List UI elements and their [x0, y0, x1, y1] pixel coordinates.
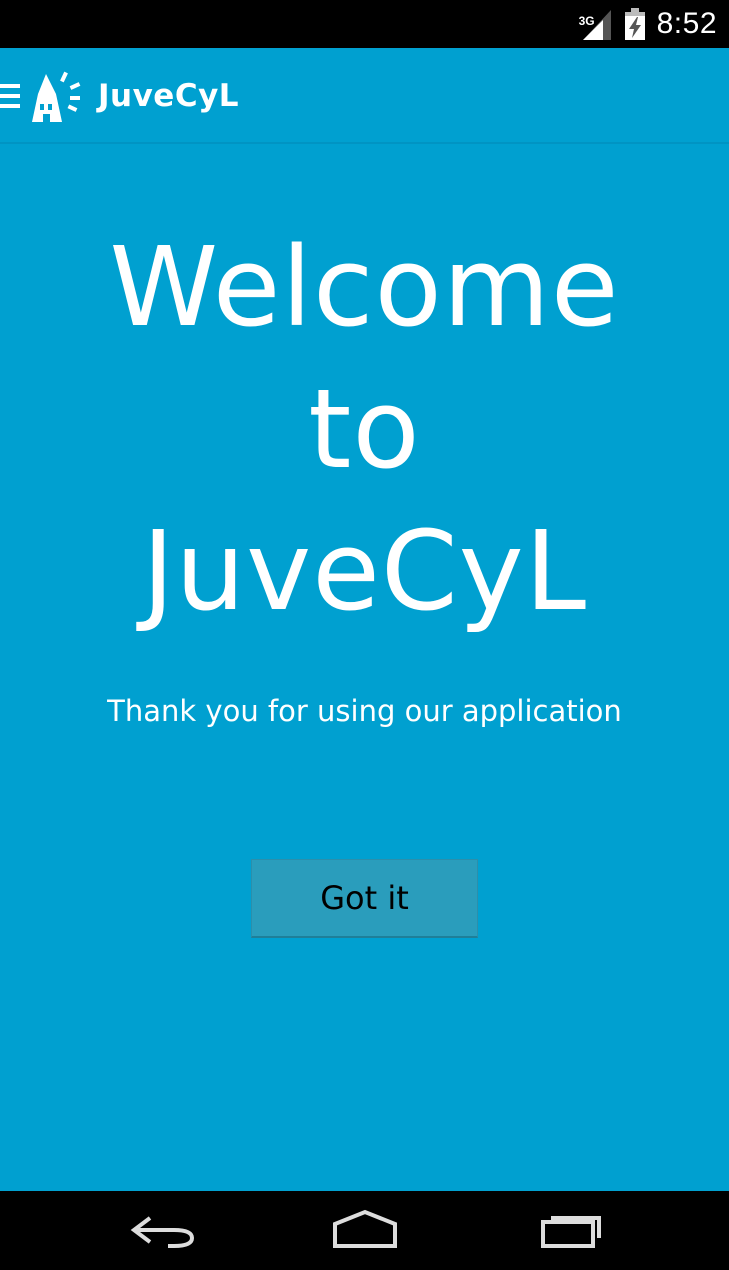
- status-bar: 3G 8:52: [0, 0, 729, 48]
- welcome-heading-line-3: JuveCyL: [141, 507, 588, 635]
- welcome-panel: Welcome to JuveCyL Thank you for using o…: [0, 144, 729, 1191]
- home-icon[interactable]: [320, 1205, 410, 1255]
- juvecyl-logo-icon[interactable]: [28, 70, 88, 126]
- welcome-heading-line-1: Welcome: [109, 223, 620, 351]
- welcome-heading: Welcome to JuveCyL: [0, 216, 729, 642]
- got-it-button-label: Got it: [320, 879, 409, 917]
- app-title: JuveCyL: [98, 78, 240, 114]
- navigation-bar: [0, 1191, 729, 1270]
- status-time: 8:52: [656, 7, 717, 40]
- recent-apps-icon[interactable]: [522, 1205, 612, 1255]
- network-type-label: 3G: [578, 14, 595, 28]
- battery-charging-icon: [623, 6, 647, 42]
- app-bar: JuveCyL: [0, 48, 729, 144]
- welcome-heading-line-2: to: [308, 365, 421, 493]
- got-it-button[interactable]: Got it: [251, 859, 478, 938]
- back-icon[interactable]: [118, 1205, 208, 1255]
- menu-icon[interactable]: [0, 84, 20, 110]
- signal-icon: 3G: [578, 6, 613, 42]
- status-indicators: 3G 8:52: [578, 0, 717, 48]
- app-screen: 3G 8:52 JuveCyL Welcome to JuveCyL Thank…: [0, 0, 729, 1270]
- welcome-subtitle: Thank you for using our application: [107, 694, 622, 728]
